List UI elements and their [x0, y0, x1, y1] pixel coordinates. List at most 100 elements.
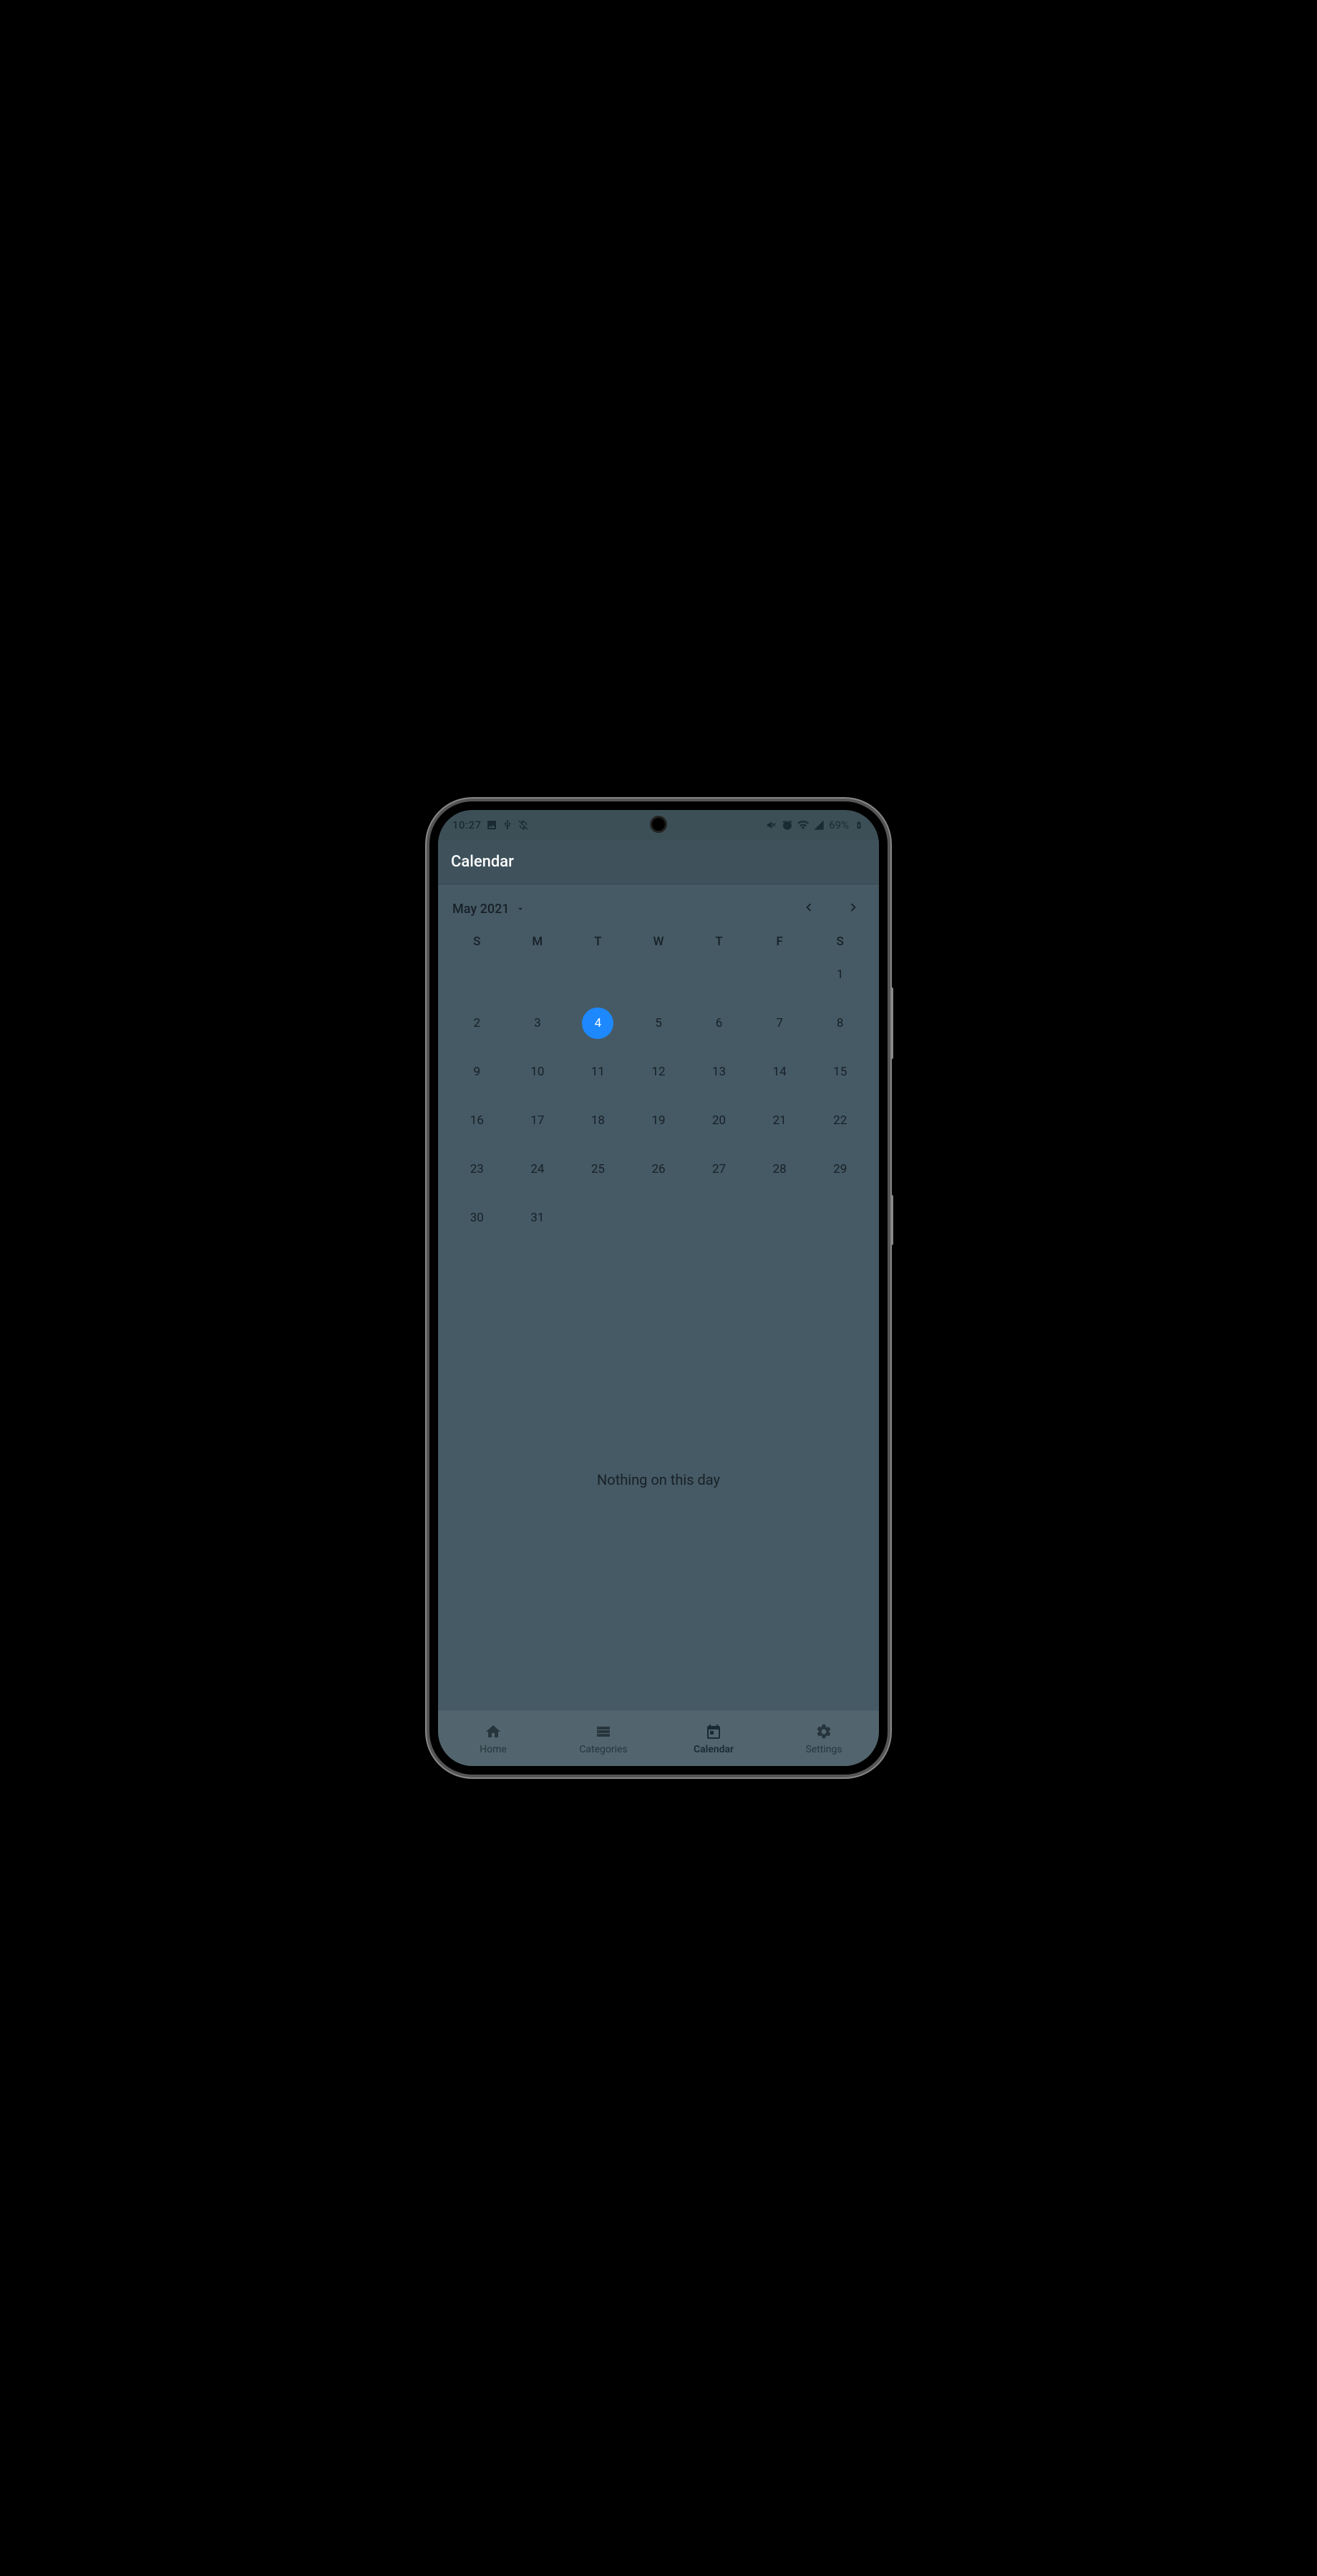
day-number: 6 — [716, 1016, 723, 1030]
day-cell[interactable]: 26 — [628, 1152, 689, 1186]
day-cell[interactable]: 6 — [689, 1006, 749, 1040]
days-grid: 1234567891011121314151617181920212223242… — [447, 957, 870, 1235]
day-cell[interactable]: 7 — [749, 1006, 810, 1040]
day-number: 2 — [474, 1016, 481, 1030]
day-cell[interactable]: 31 — [507, 1201, 568, 1235]
day-number: 16 — [470, 1113, 484, 1128]
weekday-header: SMTWTFS — [447, 935, 870, 957]
battery-icon — [853, 819, 865, 831]
day-number: 8 — [837, 1016, 844, 1030]
day-number: 12 — [651, 1065, 665, 1079]
day-cell[interactable]: 3 — [507, 1006, 568, 1040]
empty-day-message: Nothing on this day — [438, 1249, 879, 1710]
day-cell[interactable]: 21 — [749, 1103, 810, 1138]
status-left: 10:27 — [452, 819, 529, 831]
weekday-label: T — [568, 935, 628, 949]
empty-day-text: Nothing on this day — [597, 1471, 720, 1488]
weekday-label: M — [507, 935, 568, 949]
day-cell[interactable]: 10 — [507, 1055, 568, 1089]
month-label-text: May 2021 — [452, 902, 510, 917]
day-cell[interactable]: 8 — [810, 1006, 870, 1040]
day-cell[interactable]: 9 — [447, 1055, 507, 1089]
nav-categories[interactable]: Categories — [548, 1711, 658, 1766]
day-cell[interactable]: 24 — [507, 1152, 568, 1186]
day-number: 29 — [833, 1162, 847, 1176]
phone-frame: 10:27 — [429, 801, 888, 1775]
battery-percent: 69% — [829, 819, 849, 831]
nav-home-label: Home — [480, 1744, 507, 1755]
calendar-grid: SMTWTFS 12345678910111213141516171819202… — [438, 927, 879, 1249]
chevron-right-icon — [845, 899, 861, 918]
nav-calendar-label: Calendar — [694, 1744, 734, 1755]
day-cell-empty — [689, 957, 749, 992]
list-icon — [594, 1722, 613, 1741]
day-cell[interactable]: 4 — [568, 1006, 628, 1040]
day-cell[interactable]: 16 — [447, 1103, 507, 1138]
chevron-down-icon — [515, 904, 525, 914]
day-cell-empty — [628, 957, 689, 992]
day-cell[interactable]: 17 — [507, 1103, 568, 1138]
image-icon — [486, 819, 497, 831]
day-cell[interactable]: 11 — [568, 1055, 628, 1089]
day-cell[interactable]: 29 — [810, 1152, 870, 1186]
usb-icon — [502, 819, 513, 831]
day-cell[interactable]: 19 — [628, 1103, 689, 1138]
month-picker[interactable]: May 2021 — [452, 902, 525, 917]
day-cell-empty — [749, 957, 810, 992]
day-cell[interactable]: 27 — [689, 1152, 749, 1186]
power-button — [890, 1195, 893, 1245]
day-number: 18 — [591, 1113, 605, 1128]
day-number: 22 — [833, 1113, 847, 1128]
chevron-left-icon — [801, 899, 817, 918]
day-number: 15 — [833, 1065, 847, 1079]
day-cell[interactable]: 14 — [749, 1055, 810, 1089]
day-cell[interactable]: 1 — [810, 957, 870, 992]
day-cell-empty — [507, 957, 568, 992]
day-cell[interactable]: 25 — [568, 1152, 628, 1186]
day-cell[interactable]: 12 — [628, 1055, 689, 1089]
day-number: 21 — [773, 1113, 787, 1128]
nav-categories-label: Categories — [579, 1744, 627, 1755]
day-cell-empty — [447, 957, 507, 992]
day-cell[interactable]: 15 — [810, 1055, 870, 1089]
weekday-label: S — [810, 935, 870, 949]
camera-notch — [650, 816, 667, 833]
signal-icon — [813, 819, 825, 831]
day-number: 7 — [776, 1016, 783, 1030]
day-number: 28 — [773, 1162, 787, 1176]
day-number: 30 — [470, 1211, 484, 1225]
alarm-icon — [782, 819, 793, 831]
day-cell[interactable]: 20 — [689, 1103, 749, 1138]
day-cell-empty — [568, 957, 628, 992]
day-number: 20 — [712, 1113, 726, 1128]
weekday-label: T — [689, 935, 749, 949]
bottom-nav: Home Categories Calendar Settings — [438, 1710, 879, 1766]
day-number: 3 — [534, 1016, 541, 1030]
weekday-label: F — [749, 935, 810, 949]
day-cell[interactable]: 13 — [689, 1055, 749, 1089]
wifi-icon — [797, 819, 809, 831]
day-cell[interactable]: 22 — [810, 1103, 870, 1138]
nav-settings[interactable]: Settings — [769, 1711, 879, 1766]
nav-home[interactable]: Home — [438, 1711, 548, 1766]
next-month-button[interactable] — [842, 897, 865, 920]
status-time: 10:27 — [452, 819, 482, 831]
day-cell[interactable]: 30 — [447, 1201, 507, 1235]
day-cell[interactable]: 2 — [447, 1006, 507, 1040]
day-number: 26 — [651, 1162, 665, 1176]
day-cell[interactable]: 28 — [749, 1152, 810, 1186]
phone-screen: 10:27 — [438, 810, 879, 1766]
nav-calendar[interactable]: Calendar — [658, 1711, 769, 1766]
day-number: 13 — [712, 1065, 726, 1079]
day-number: 24 — [530, 1162, 544, 1176]
mute-icon — [766, 819, 777, 831]
day-cell[interactable]: 5 — [628, 1006, 689, 1040]
day-number: 19 — [651, 1113, 665, 1128]
day-cell[interactable]: 23 — [447, 1152, 507, 1186]
day-cell[interactable]: 18 — [568, 1103, 628, 1138]
day-number: 10 — [530, 1065, 544, 1079]
home-icon — [484, 1722, 502, 1741]
prev-month-button[interactable] — [797, 897, 820, 920]
volume-rocker — [890, 987, 893, 1059]
day-number: 11 — [591, 1065, 605, 1079]
